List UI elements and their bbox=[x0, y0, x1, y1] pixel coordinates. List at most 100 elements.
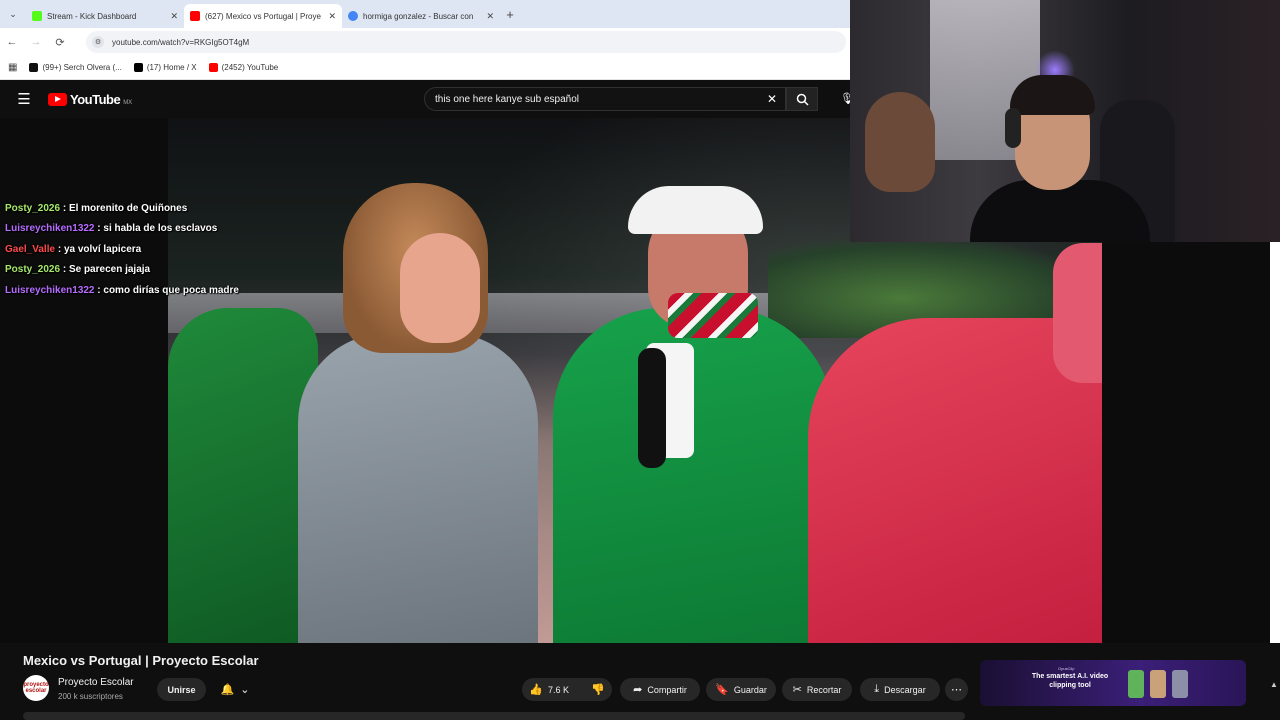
chat-text: ya volví lapicera bbox=[63, 243, 142, 255]
tab-close-icon[interactable]: ✕ bbox=[170, 11, 178, 22]
chat-username: Luisreychiken1322 bbox=[5, 223, 95, 235]
chat-message: Luisreychiken1322 : como dirías que poca… bbox=[5, 284, 239, 296]
tab-close-icon[interactable]: ✕ bbox=[328, 11, 336, 22]
tab-title: Stream - Kick Dashboard bbox=[47, 11, 137, 21]
chevron-down-icon: ⌄ bbox=[240, 684, 250, 696]
sponsored-banner[interactable]: OpusClip The smartest A.I. video clippin… bbox=[980, 660, 1246, 706]
share-button[interactable]: ➦ Compartir bbox=[620, 678, 700, 701]
address-bar[interactable]: ⚙ youtube.com/watch?v=RKGIg5OT4gM bbox=[86, 31, 846, 53]
thumbs-up-icon[interactable]: 👍 bbox=[529, 683, 543, 696]
like-dislike-group: 👍 7.6 K 👎 bbox=[522, 678, 612, 701]
video-title: Mexico vs Portugal | Proyecto Escolar bbox=[23, 653, 259, 668]
search-icon bbox=[796, 93, 809, 106]
youtube-favicon-icon bbox=[190, 11, 200, 21]
webcam-streamer-hair bbox=[1010, 75, 1095, 115]
ad-thumbnail bbox=[1128, 670, 1144, 698]
scissors-icon: ✂ bbox=[792, 684, 802, 696]
tab-google-search[interactable]: hormiga gonzalez - Buscar con ✕ bbox=[342, 4, 500, 28]
youtube-logo-text: YouTube bbox=[70, 91, 121, 107]
like-count[interactable]: 7.6 K bbox=[548, 685, 569, 695]
channel-avatar[interactable]: proyecto escolar bbox=[23, 675, 49, 701]
search-button[interactable] bbox=[786, 87, 818, 111]
tiktok-favicon-icon bbox=[29, 63, 39, 72]
download-button[interactable]: ⤓ Descargar bbox=[860, 678, 940, 701]
chat-username: Posty_2026 bbox=[5, 203, 61, 214]
chat-username: Luisreychiken1322 bbox=[5, 284, 95, 296]
tab-title: (627) Mexico vs Portugal | Proye bbox=[205, 11, 321, 21]
clip-button[interactable]: ✂ Recortar bbox=[782, 678, 852, 701]
chat-text: Se parecen jajaja bbox=[68, 264, 151, 276]
site-info-icon[interactable]: ⚙ bbox=[92, 36, 104, 48]
page-right-edge bbox=[1270, 242, 1280, 643]
bell-icon: 🔔 bbox=[220, 684, 235, 696]
bookmark-tiktok[interactable]: (99+) Serch Olvera (... bbox=[29, 63, 122, 72]
fan-cap bbox=[628, 186, 763, 234]
ad-brand: OpusClip bbox=[1058, 666, 1075, 671]
thumbs-down-icon[interactable]: 👎 bbox=[591, 683, 605, 696]
bookmarks-bar: ▦ (99+) Serch Olvera (... (17) Home / X … bbox=[0, 56, 850, 80]
join-button[interactable]: Unirse bbox=[157, 678, 206, 701]
reload-icon[interactable]: ⟳ bbox=[48, 36, 72, 49]
search-input[interactable]: this one here kanye sub español ✕ bbox=[424, 87, 786, 111]
tab-kick-dashboard[interactable]: Stream - Kick Dashboard ✕ bbox=[26, 4, 184, 28]
bookmark-icon: 🔖 bbox=[715, 684, 729, 696]
tab-search-chevron-icon[interactable]: ⌄ bbox=[0, 0, 26, 28]
download-icon: ⤓ bbox=[874, 683, 880, 695]
ad-headline: The smartest A.I. video clipping tool bbox=[1031, 673, 1109, 689]
share-label: Compartir bbox=[647, 684, 687, 695]
webcam-headset bbox=[1005, 108, 1021, 148]
forward-arrow-icon[interactable]: → bbox=[24, 36, 48, 48]
share-icon: ➦ bbox=[633, 684, 643, 696]
back-arrow-icon[interactable]: ← bbox=[0, 36, 24, 48]
youtube-logo[interactable]: YouTube MX bbox=[48, 92, 132, 107]
fan-left-figure bbox=[168, 308, 318, 643]
apps-grid-icon[interactable]: ▦ bbox=[8, 62, 17, 73]
save-button[interactable]: 🔖 Guardar bbox=[706, 678, 776, 701]
more-actions-button[interactable]: ⋯ bbox=[945, 678, 968, 701]
chat-message: Posty_2026 : El morenito de Quiñones bbox=[5, 203, 188, 214]
ad-thumbnail bbox=[1150, 670, 1166, 698]
download-label: Descargar bbox=[884, 684, 926, 695]
chat-message: Luisreychiken1322 : si habla de los escl… bbox=[5, 223, 218, 235]
tab-youtube-video[interactable]: (627) Mexico vs Portugal | Proye ✕ bbox=[184, 4, 342, 28]
screen: ⌄ Stream - Kick Dashboard ✕ (627) Mexico… bbox=[0, 0, 1280, 720]
fan-right-face bbox=[1053, 243, 1102, 383]
stream-chat-overlay: Posty_2026 : El morenito de Quiñones Lui… bbox=[5, 199, 305, 301]
interviewer-face bbox=[400, 233, 480, 343]
hamburger-menu-icon[interactable]: ☰ bbox=[0, 90, 48, 108]
url-text: youtube.com/watch?v=RKGIg5OT4gM bbox=[112, 37, 250, 47]
chat-text: El morenito de Quiñones bbox=[68, 203, 188, 214]
notifications-button[interactable]: 🔔 ⌄ bbox=[212, 678, 258, 701]
search-query-text: this one here kanye sub español bbox=[435, 93, 579, 105]
chat-text: como dirías que poca madre bbox=[103, 284, 239, 296]
microphone-figure bbox=[638, 348, 666, 468]
youtube-play-icon bbox=[48, 92, 67, 106]
bookmark-label: (2452) YouTube bbox=[221, 63, 279, 72]
bookmark-x[interactable]: (17) Home / X bbox=[133, 63, 197, 72]
new-tab-button[interactable]: + bbox=[500, 7, 520, 22]
bookmark-label: (99+) Serch Olvera (... bbox=[42, 63, 122, 72]
chat-message: Gael_Valle : ya volví lapicera bbox=[5, 243, 142, 255]
browser-tab-bar: ⌄ Stream - Kick Dashboard ✕ (627) Mexico… bbox=[0, 0, 850, 28]
clip-label: Recortar bbox=[806, 684, 842, 695]
youtube-masthead: ☰ YouTube MX this one here kanye sub esp… bbox=[0, 80, 854, 118]
channel-name[interactable]: Proyecto Escolar bbox=[58, 677, 134, 688]
google-favicon-icon bbox=[348, 11, 358, 21]
chat-message: Posty_2026 : Se parecen jajaja bbox=[5, 264, 151, 276]
chat-username: Gael_Valle bbox=[5, 243, 56, 255]
tab-title: hormiga gonzalez - Buscar con bbox=[363, 11, 474, 21]
youtube-favicon-icon bbox=[208, 63, 218, 72]
chat-text: si habla de los esclavos bbox=[103, 223, 218, 235]
save-label: Guardar bbox=[733, 684, 767, 695]
bookmark-youtube[interactable]: (2452) YouTube bbox=[208, 63, 279, 72]
scroll-up-arrow-icon[interactable]: ▲ bbox=[1270, 680, 1278, 689]
bookmark-label: (17) Home / X bbox=[146, 63, 197, 72]
tab-close-icon[interactable]: ✕ bbox=[486, 11, 494, 22]
streamer-webcam bbox=[850, 0, 1280, 242]
clear-search-icon[interactable]: ✕ bbox=[767, 92, 777, 106]
browser-toolbar: ← → ⟳ ⚙ youtube.com/watch?v=RKGIg5OT4gM bbox=[0, 28, 850, 56]
ad-thumbnail bbox=[1172, 670, 1188, 698]
fan-scarf bbox=[668, 293, 758, 338]
x-favicon-icon bbox=[133, 63, 143, 72]
subscriber-count: 200 k suscriptores bbox=[58, 692, 123, 701]
